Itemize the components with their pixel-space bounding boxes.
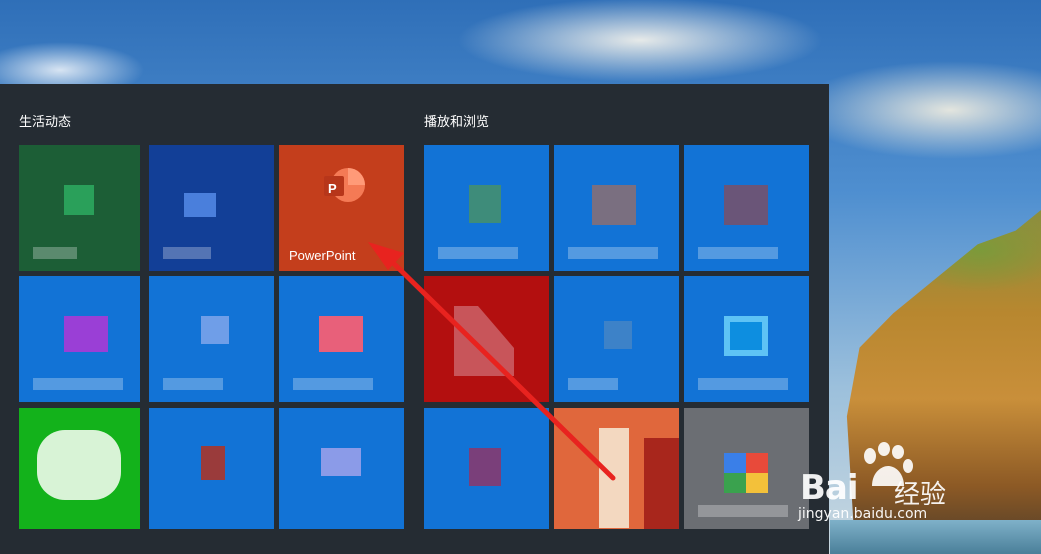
tile-label-blurred	[293, 378, 373, 390]
app-icon	[64, 185, 94, 215]
tile-app-5[interactable]	[149, 276, 274, 402]
group-title-life: 生活动态	[19, 115, 72, 130]
watermark-brand: Bai	[800, 468, 859, 508]
app-icon	[64, 316, 108, 352]
tile-app-8[interactable]	[149, 408, 274, 529]
tile-app-17[interactable]	[554, 408, 679, 529]
tile-label-blurred	[163, 378, 223, 390]
group-title-play: 播放和浏览	[424, 115, 490, 130]
app-icon	[604, 321, 632, 349]
app-image	[644, 438, 679, 529]
watermark-url: jingyan.baidu.com	[798, 506, 928, 522]
tile-app-9[interactable]	[279, 408, 404, 529]
app-icon	[37, 430, 121, 500]
tile-label-blurred	[698, 505, 788, 517]
tile-app-4[interactable]	[19, 276, 140, 402]
powerpoint-tile[interactable]: P PowerPoint	[279, 145, 404, 271]
tile-app-15[interactable]	[684, 276, 809, 402]
tile-label-blurred	[33, 378, 123, 390]
app-icon	[319, 316, 363, 352]
tile-label-blurred	[698, 247, 778, 259]
powerpoint-label: PowerPoint	[289, 248, 356, 263]
app-icon	[201, 446, 225, 480]
tile-app-13[interactable]	[424, 276, 549, 402]
tile-app-16[interactable]	[424, 408, 549, 529]
app-icon	[454, 306, 514, 376]
app-icon	[184, 193, 216, 217]
tile-app-14[interactable]	[554, 276, 679, 402]
tile-label-blurred	[33, 247, 77, 259]
tile-label-blurred	[698, 378, 788, 390]
tile-app-1[interactable]	[19, 145, 140, 271]
app-icon	[724, 185, 768, 225]
app-icon	[724, 316, 768, 356]
tile-app-6[interactable]	[279, 276, 404, 402]
baidu-watermark: Bai 经验 jingyan.baidu.com	[798, 440, 1038, 530]
tile-label-blurred	[163, 247, 211, 259]
tile-label-blurred	[438, 247, 518, 259]
app-icon	[469, 448, 501, 486]
tile-app-7[interactable]	[19, 408, 140, 529]
tile-app-18[interactable]	[684, 408, 809, 529]
tile-label-blurred	[568, 247, 658, 259]
app-icon	[469, 185, 501, 223]
app-icon	[321, 448, 361, 476]
tile-app-12[interactable]	[684, 145, 809, 271]
tile-app-11[interactable]	[554, 145, 679, 271]
app-icon	[201, 316, 229, 344]
app-icon	[724, 453, 768, 493]
powerpoint-glyph: P	[328, 181, 337, 196]
app-icon	[592, 185, 636, 225]
tile-label-blurred	[568, 378, 618, 390]
tile-app-2[interactable]	[149, 145, 274, 271]
tile-app-10[interactable]	[424, 145, 549, 271]
app-image	[599, 428, 629, 528]
